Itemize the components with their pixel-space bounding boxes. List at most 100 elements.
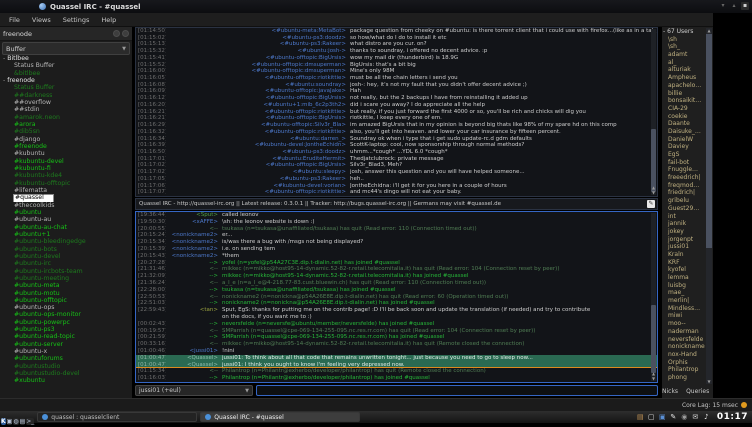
- topic-edit-icon[interactable]: ✎: [647, 200, 655, 208]
- buffer-item[interactable]: Bitlbee: [0, 55, 131, 62]
- nick-item[interactable]: billie: [662, 90, 705, 98]
- launcher-icon[interactable]: >_: [26, 418, 34, 425]
- nick-item[interactable]: gribelu: [662, 197, 705, 205]
- nick-item[interactable]: Daviey: [662, 143, 705, 151]
- nick-item[interactable]: Philantrop: [662, 366, 705, 374]
- menu-item[interactable]: File: [3, 16, 26, 24]
- nick-item[interactable]: Mindless…: [662, 305, 705, 313]
- buffer-item[interactable]: #ubuntu-read-topic: [0, 333, 131, 340]
- buffer-item[interactable]: #kubuntu: [0, 150, 131, 157]
- dock-tab[interactable]: Nicks: [658, 385, 682, 398]
- buffer-item[interactable]: #ubuntu-meta: [0, 282, 131, 289]
- buffer-item[interactable]: ##stdin: [0, 106, 131, 113]
- scroll-down-icon[interactable]: ▼: [706, 379, 712, 384]
- buffer-item[interactable]: #ubuntu-irc: [0, 260, 131, 267]
- buffer-item[interactable]: #ubuntu-ircbots-team: [0, 268, 131, 275]
- close-button[interactable]: ▪: [741, 2, 749, 10]
- nick-item[interactable]: neversfelde: [662, 336, 705, 344]
- nick-item[interactable]: Daante: [662, 120, 705, 128]
- buffer-config-button[interactable]: [122, 30, 129, 37]
- launcher-icon[interactable]: ▣: [7, 418, 13, 425]
- nick-item[interactable]: miwi: [662, 312, 705, 320]
- nick-item[interactable]: Ampheus: [662, 74, 705, 82]
- buffer-item[interactable]: #ubuntu-motu: [0, 290, 131, 297]
- nick-item[interactable]: bonsaikit…: [662, 97, 705, 105]
- buffer-item[interactable]: #thecoolkids: [0, 202, 131, 209]
- launcher-icon[interactable]: K: [1, 418, 6, 425]
- nick-item[interactable]: jussi01: [662, 243, 705, 251]
- nick-item[interactable]: coekie: [662, 113, 705, 121]
- buffer-item[interactable]: #ubuntu-ops-monitor: [0, 311, 131, 318]
- buffer-item[interactable]: #ubuntu-offtopic: [0, 297, 131, 304]
- buffer-item[interactable]: #ubuntustudio-devel: [0, 370, 131, 377]
- channel-scrollbar[interactable]: ▲▼: [651, 213, 656, 381]
- menu-item[interactable]: Settings: [57, 16, 96, 24]
- nick-item[interactable]: fail-bot: [662, 159, 705, 167]
- buffer-item[interactable]: #ubuntu-powerpc: [0, 319, 131, 326]
- scrollbar-thumb[interactable]: [651, 129, 656, 192]
- nick-item[interactable]: apachelo…: [662, 82, 705, 90]
- buffer-item[interactable]: #kubuntu-fi: [0, 165, 131, 172]
- nick-item[interactable]: naderman: [662, 328, 705, 336]
- nick-item[interactable]: jorgenpt: [662, 236, 705, 244]
- buffer-view-selector[interactable]: Buffer ▼: [2, 42, 130, 55]
- buffer-item[interactable]: #ubuntu-x: [0, 348, 131, 355]
- nick-item[interactable]: friedrich|: [662, 189, 705, 197]
- buffer-item[interactable]: #ubuntu-server: [0, 341, 131, 348]
- buffer-item[interactable]: #ubuntu-au: [0, 216, 131, 223]
- nick-item[interactable]: CIA-29: [662, 105, 705, 113]
- nick-item[interactable]: \sh: [662, 36, 705, 44]
- tray-icon[interactable]: ▤: [636, 413, 645, 422]
- buffer-item[interactable]: #kubuntu-offtopic: [0, 180, 131, 187]
- tray-icon[interactable]: ▢: [647, 413, 656, 422]
- buffer-item[interactable]: #xubuntu: [0, 377, 131, 384]
- buffer-item[interactable]: Status Buffer: [0, 84, 131, 91]
- chat-monitor-scrollbar[interactable]: ▲▼: [651, 29, 656, 195]
- nick-item[interactable]: Orphis: [662, 359, 705, 367]
- launcher-icon[interactable]: ◍: [13, 418, 18, 425]
- nick-item[interactable]: Fnuggle…: [662, 166, 705, 174]
- buffer-item[interactable]: #dib5sn: [0, 128, 131, 135]
- buffer-item[interactable]: &bitlbee: [0, 70, 131, 77]
- nick-item[interactable]: EgS: [662, 151, 705, 159]
- buffer-item[interactable]: #kubuntu-devel: [0, 158, 131, 165]
- nick-item[interactable]: nox-Hand: [662, 351, 705, 359]
- nick-item[interactable]: freqmod…: [662, 182, 705, 190]
- buffer-item[interactable]: ##darkness: [0, 92, 131, 99]
- tray-icon[interactable]: ◉: [680, 413, 689, 422]
- nick-item[interactable]: adamt: [662, 51, 705, 59]
- nick-item[interactable]: kyofel: [662, 266, 705, 274]
- nick-item[interactable]: nonickname2: [662, 343, 705, 351]
- buffer-filter-button[interactable]: [113, 30, 120, 37]
- scroll-up-icon[interactable]: ▲: [706, 28, 712, 33]
- task-button[interactable]: Quassel IRC - #quassel: [200, 412, 360, 422]
- buffer-item[interactable]: ##overflow: [0, 99, 131, 106]
- nick-item[interactable]: KRF: [662, 259, 705, 267]
- buffer-item[interactable]: #kubuntu-kde4: [0, 172, 131, 179]
- buffer-item[interactable]: #ubuntu: [0, 209, 131, 216]
- buffer-item[interactable]: #ubuntu-bleedingedge: [0, 238, 131, 245]
- nick-item[interactable]: luisbg: [662, 282, 705, 290]
- buffer-item[interactable]: freenode: [0, 77, 131, 84]
- message-input[interactable]: [256, 385, 658, 396]
- nick-item[interactable]: lemma: [662, 274, 705, 282]
- nick-item[interactable]: Daisuke_…: [662, 128, 705, 136]
- launcher-icon[interactable]: ▤: [20, 418, 26, 425]
- tray-icon[interactable]: ♪: [702, 413, 711, 422]
- nick-item[interactable]: merlin|: [662, 297, 705, 305]
- nick-item[interactable]: mae_: [662, 289, 705, 297]
- buffer-item[interactable]: #ubuntu-bots: [0, 246, 131, 253]
- nick-item[interactable]: al_: [662, 59, 705, 67]
- shade-button[interactable]: ▾: [719, 2, 727, 10]
- identity-selector[interactable]: jussi01 (+eul) ▼: [135, 385, 253, 396]
- scrollbar-thumb[interactable]: [706, 34, 712, 248]
- tray-icon[interactable]: ✎: [669, 413, 678, 422]
- buffer-item[interactable]: #django: [0, 136, 131, 143]
- scroll-arrows-icon[interactable]: ▲▼: [651, 372, 656, 381]
- tray-icon[interactable]: ✉: [691, 413, 700, 422]
- nick-item[interactable]: alturiak: [662, 66, 705, 74]
- buffer-item[interactable]: #ubuntuforums: [0, 355, 131, 362]
- nick-item[interactable]: \sh_: [662, 43, 705, 51]
- scrollbar-thumb[interactable]: [651, 305, 656, 372]
- maximize-button[interactable]: ▴: [730, 2, 738, 10]
